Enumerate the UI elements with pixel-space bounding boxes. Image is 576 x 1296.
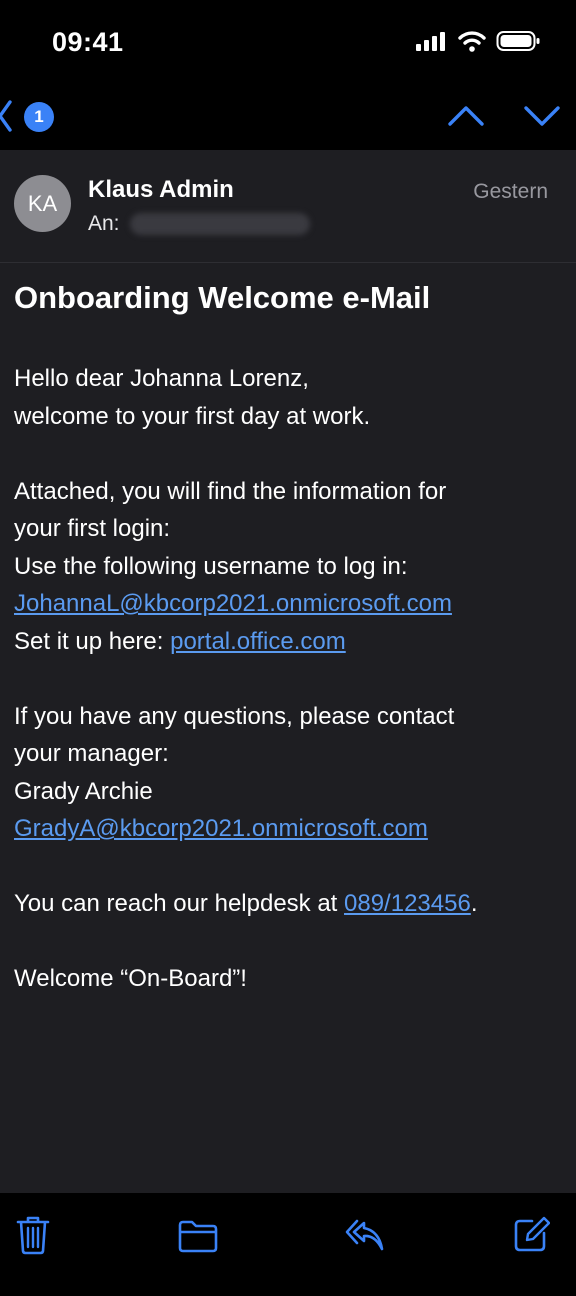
recipient-address-redacted[interactable]: [130, 213, 310, 235]
next-message-icon[interactable]: [522, 102, 562, 130]
closing-line: Welcome “On-Board”!: [14, 965, 247, 992]
reply-icon[interactable]: [344, 1217, 386, 1253]
body-line: welcome to your first day at work.: [14, 402, 371, 430]
battery-icon: [496, 31, 540, 51]
bottom-toolbar: [0, 1193, 576, 1296]
body-line: your manager:: [14, 740, 169, 767]
helpdesk-label: You can reach our helpdesk at: [14, 890, 345, 917]
status-bar: 09:41: [0, 0, 576, 90]
message-date: Gestern: [473, 180, 548, 203]
sender-name[interactable]: Klaus Admin: [88, 176, 234, 204]
signal-icon: [416, 32, 445, 51]
body-line: your first login:: [14, 515, 171, 542]
message-header: KA Klaus Admin An: Gestern: [0, 150, 576, 263]
portal-link[interactable]: portal.office.com: [170, 628, 346, 655]
back-chevron-icon[interactable]: [0, 98, 16, 134]
avatar[interactable]: KA: [14, 175, 71, 232]
compose-icon[interactable]: [512, 1215, 550, 1253]
nav-bar: 1: [0, 90, 576, 150]
message-body: Hello dear Johanna Lorenz, welcome to yo…: [14, 360, 562, 998]
body-line: If you have any questions, please contac…: [14, 702, 455, 730]
helpdesk-end: .: [470, 890, 478, 917]
trash-icon[interactable]: [16, 1215, 50, 1255]
previous-message-icon[interactable]: [446, 102, 486, 130]
unread-badge[interactable]: 1: [24, 102, 54, 132]
body-line: Hello dear Johanna Lorenz,: [14, 365, 309, 392]
manager-name: Grady Archie: [14, 777, 153, 805]
body-line: Attached, you will find the information …: [14, 477, 447, 505]
status-time: 09:41: [52, 27, 124, 57]
folder-icon[interactable]: [177, 1219, 219, 1253]
recipient-label: An:: [88, 212, 120, 235]
helpdesk-phone-link[interactable]: 089/123456: [344, 890, 471, 917]
username-email-link[interactable]: JohannaL@kbcorp2021.onmicrosoft.com: [14, 590, 452, 617]
wifi-icon: [458, 31, 486, 52]
setup-label: Set it up here:: [14, 627, 171, 655]
message-subject: Onboarding Welcome e-Mail: [14, 280, 431, 315]
manager-email-link[interactable]: GradyA@kbcorp2021.onmicrosoft.com: [14, 815, 428, 842]
status-icons: [416, 30, 540, 52]
body-line: Use the following username to log in:: [14, 552, 408, 580]
